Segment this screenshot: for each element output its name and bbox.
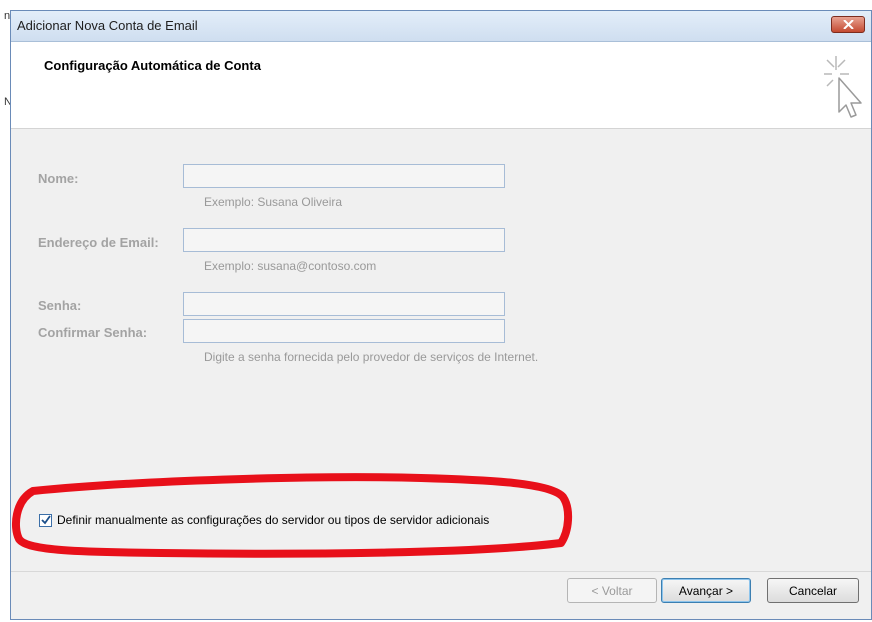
footer-divider [11, 571, 871, 572]
manual-config-checkbox-row[interactable]: Definir manualmente as configurações do … [39, 513, 489, 527]
page-title: Configuração Automática de Conta [44, 58, 261, 73]
title-bar[interactable]: Adicionar Nova Conta de Email [11, 11, 871, 42]
email-label: Endereço de Email: [38, 235, 159, 250]
checkmark-icon [41, 514, 51, 524]
manual-config-label: Definir manualmente as configurações do … [57, 513, 490, 527]
window-title: Adicionar Nova Conta de Email [17, 18, 198, 33]
name-hint: Exemplo: Susana Oliveira [204, 195, 343, 209]
password-hint: Digite a senha fornecida pelo provedor d… [204, 350, 539, 364]
manual-config-checkbox[interactable] [39, 513, 52, 527]
name-field[interactable] [183, 164, 505, 188]
confirm-password-field[interactable] [183, 319, 505, 343]
add-email-account-dialog: Adicionar Nova Conta de Email Configuraç… [10, 10, 872, 620]
close-button[interactable] [831, 16, 865, 33]
dialog-header: Configuração Automática de Conta [11, 42, 871, 129]
back-button[interactable]: < Voltar [567, 578, 657, 603]
confirm-password-label: Confirmar Senha: [38, 325, 148, 340]
name-label: Nome: [38, 171, 79, 186]
cancel-button[interactable]: Cancelar [767, 578, 859, 603]
password-label: Senha: [38, 298, 82, 313]
cursor-sparkle-icon [824, 56, 862, 118]
email-hint: Exemplo: susana@contoso.com [204, 259, 377, 273]
next-button[interactable]: Avançar > [661, 578, 751, 603]
password-field[interactable] [183, 292, 505, 316]
email-field[interactable] [183, 228, 505, 252]
close-icon [843, 20, 854, 29]
